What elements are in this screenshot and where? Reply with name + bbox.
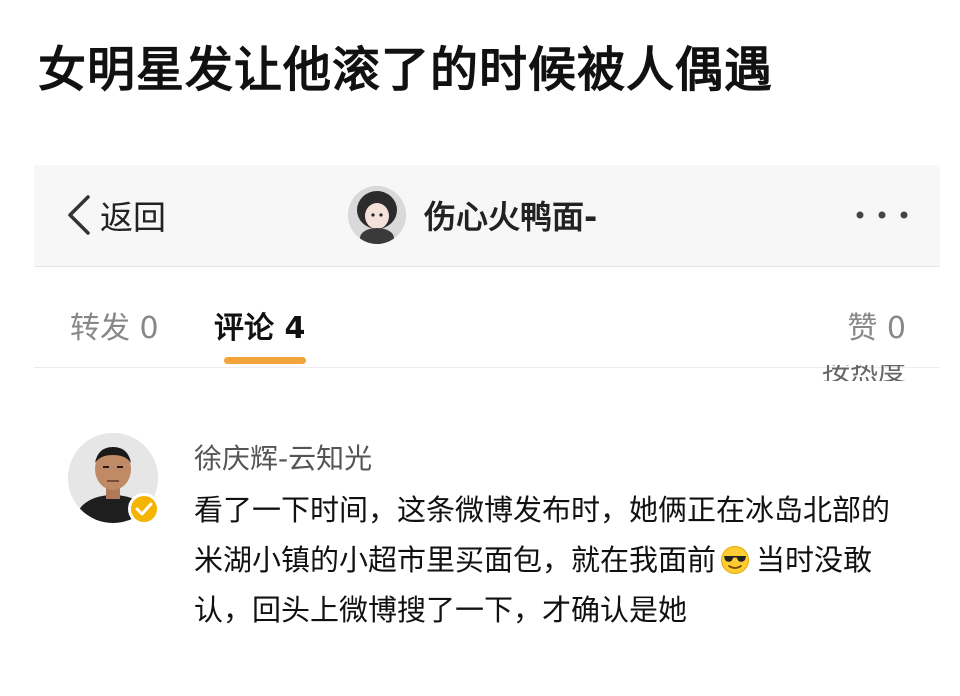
tab-likes[interactable]: 赞 0 <box>847 303 906 347</box>
verified-badge-icon <box>128 493 160 525</box>
sort-toggle[interactable]: 按热度 <box>746 365 906 381</box>
back-label: 返回 <box>100 198 166 237</box>
navigation-bar: 返回 伤心火鸭面- <box>34 165 940 267</box>
sort-label: 按热度 <box>822 365 906 381</box>
tab-repost[interactable]: 转发 0 <box>70 303 159 347</box>
back-button[interactable]: 返回 <box>64 193 166 237</box>
more-horizontal-icon[interactable] <box>854 209 910 221</box>
sunglasses-emoji-icon <box>721 546 750 574</box>
chevron-left-icon <box>68 195 90 235</box>
tab-bar: 转发 0 评论 4 赞 0 <box>34 267 940 368</box>
username-label: 伤心火鸭面- <box>424 198 598 236</box>
comment-text: 看了一下时间，这条微博发布时，她俩正在冰岛北部的米湖小镇的小超市里买面包，就在我… <box>194 485 914 635</box>
headline-caption: 女明星发让他滚了的时候被人偶遇 <box>38 42 774 98</box>
profile-header[interactable]: 伤心火鸭面- <box>348 185 597 245</box>
active-tab-indicator <box>224 357 306 364</box>
comment-author-name[interactable]: 徐庆辉-云知光 <box>194 437 372 477</box>
avatar-illustration <box>348 186 406 244</box>
user-avatar[interactable] <box>348 186 406 244</box>
weibo-screenshot: 返回 伤心火鸭面- 转发 0 评论 4 赞 0 徐庆辉-云知光 看了一下时间，这… <box>34 165 940 696</box>
comment-item: 徐庆辉-云知光 看了一下时间，这条微博发布时，她俩正在冰岛北部的米湖小镇的小超市… <box>34 433 940 696</box>
tab-comments[interactable]: 评论 4 <box>214 303 305 347</box>
